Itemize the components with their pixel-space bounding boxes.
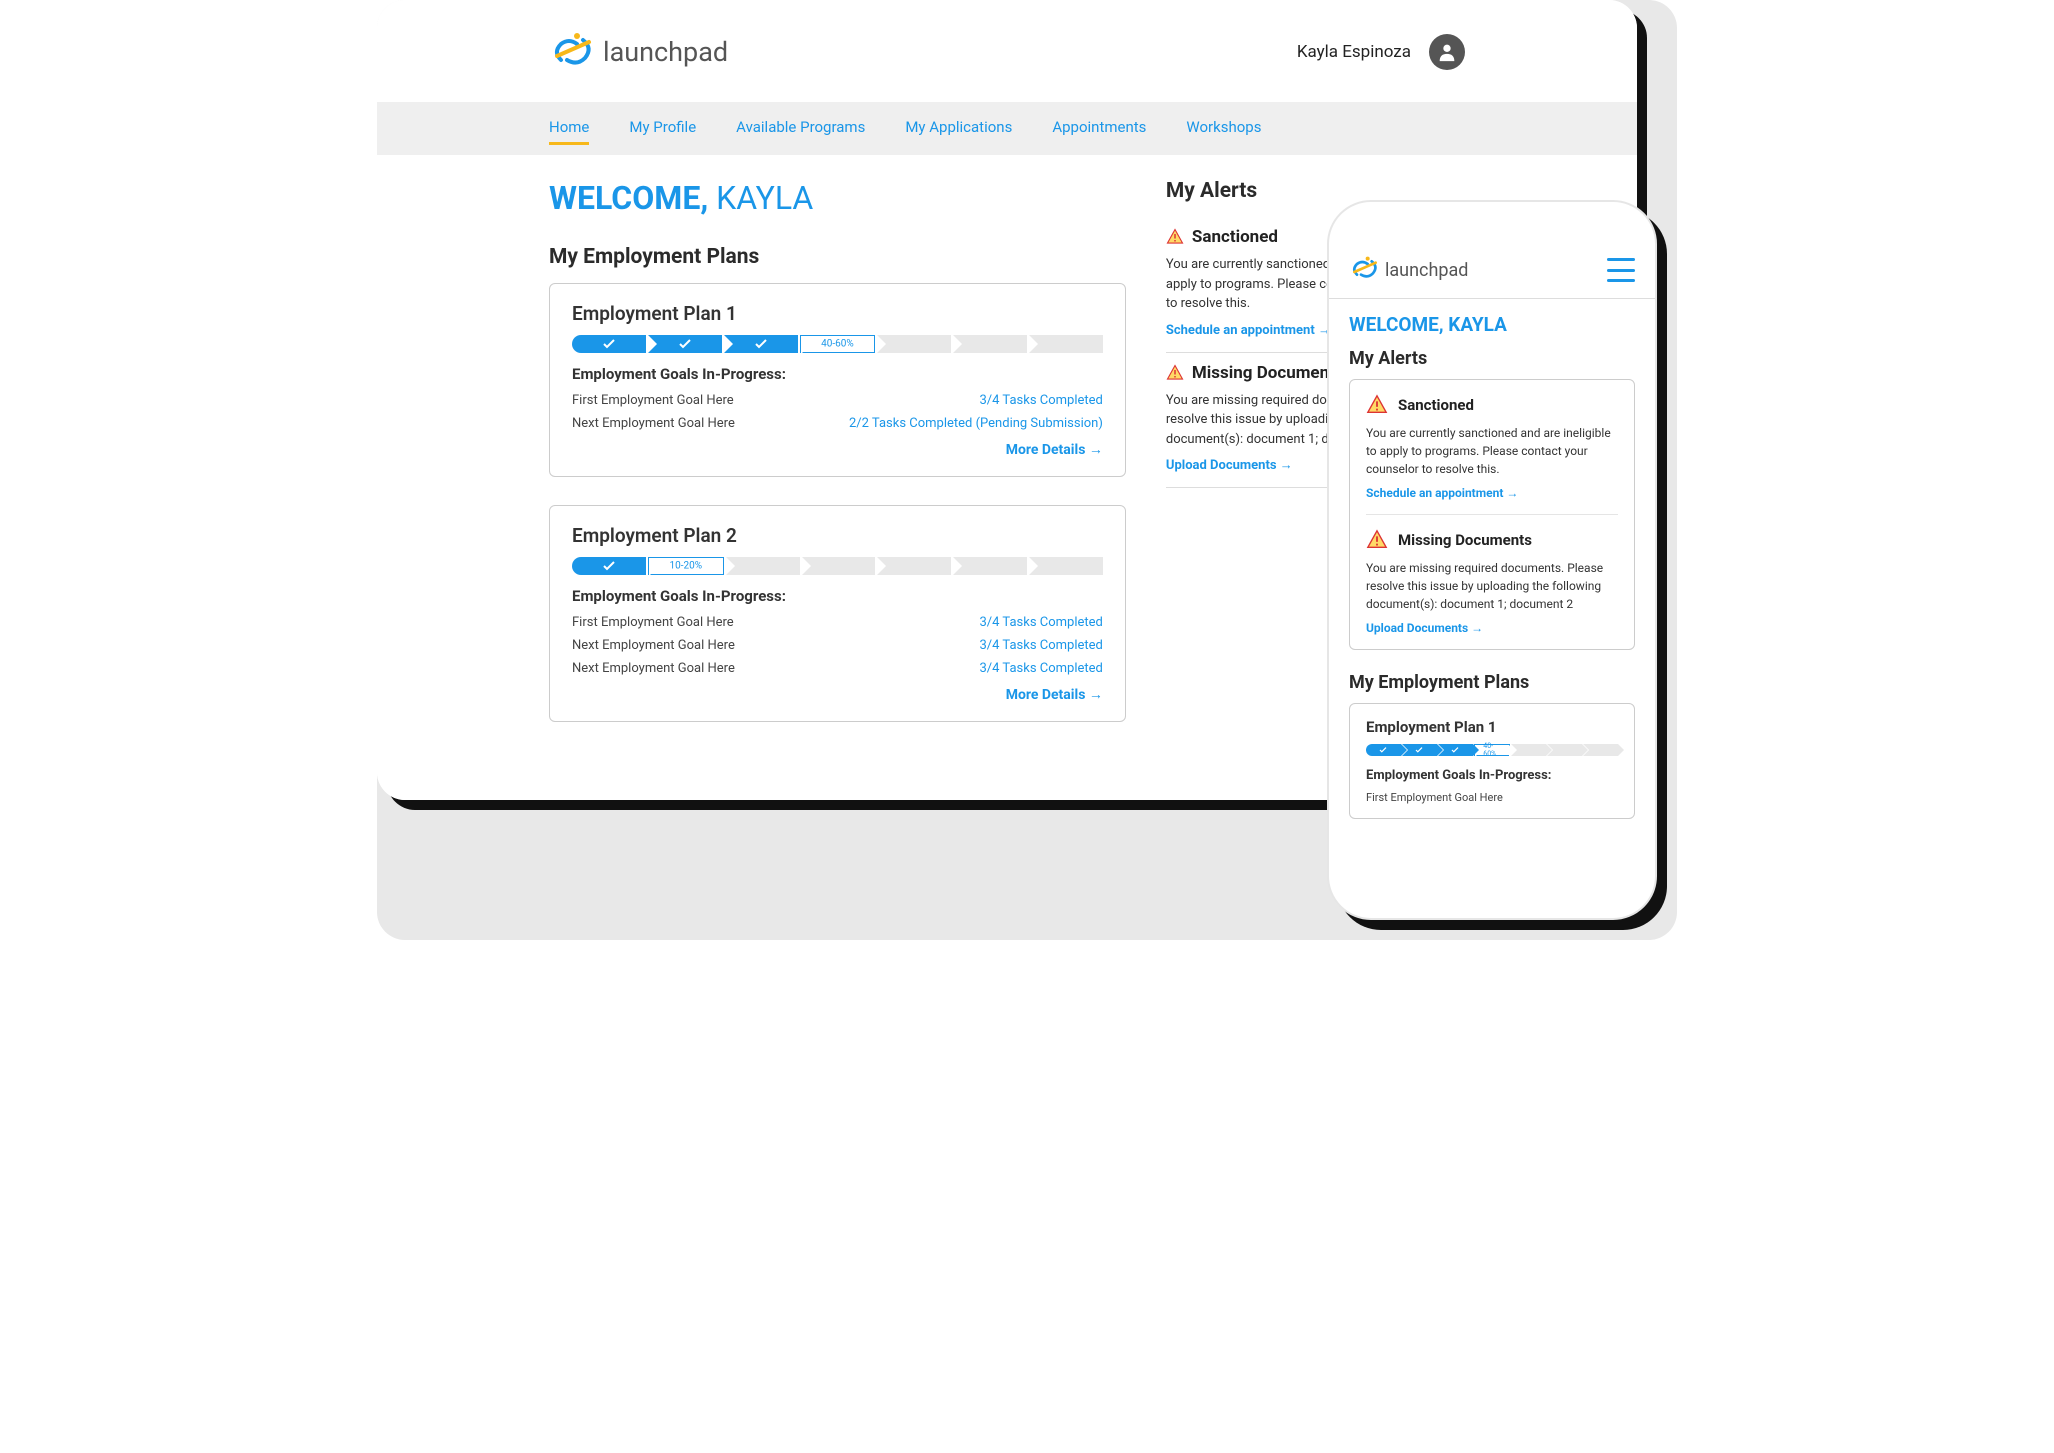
goal-row: Next Employment Goal Here 3/4 Tasks Compl… xyxy=(572,638,1103,653)
alert-action-link[interactable]: Upload Documents → xyxy=(1366,621,1618,635)
progress-step-done xyxy=(1402,744,1437,756)
progress-step-empty xyxy=(1583,744,1618,756)
progress-step-empty xyxy=(953,557,1027,575)
goal-label: Next Employment Goal Here xyxy=(572,416,735,431)
logo-mark-icon xyxy=(549,30,597,74)
goals-header: Employment Goals In-Progress: xyxy=(1366,768,1618,783)
warning-icon xyxy=(1366,394,1388,416)
alert-title: Sanctioned xyxy=(1398,396,1474,414)
progress-indicator: 10-20% xyxy=(572,557,1103,575)
goal-status: 3/4 Tasks Completed xyxy=(979,615,1102,630)
hamburger-menu-icon[interactable] xyxy=(1607,258,1635,282)
brand-logo[interactable]: launchpad xyxy=(549,30,728,74)
progress-step-empty xyxy=(953,335,1027,353)
welcome-heading: WELCOME, KAYLA xyxy=(549,179,1126,217)
goal-label: First Employment Goal Here xyxy=(572,615,734,630)
goal-status: 3/4 Tasks Completed xyxy=(979,393,1102,408)
nav-my-profile[interactable]: My Profile xyxy=(629,112,696,145)
goals-header: Employment Goals In-Progress: xyxy=(572,587,1103,605)
goal-label: First Employment Goal Here xyxy=(1366,791,1618,804)
primary-nav: Home My Profile Available Programs My Ap… xyxy=(377,102,1637,155)
warning-icon xyxy=(1366,529,1388,551)
mobile-body: WELCOME, KAYLA My Alerts Sanctioned You … xyxy=(1329,299,1655,918)
plan-title: Employment Plan 1 xyxy=(1366,718,1618,736)
goal-status: 2/2 Tasks Completed (Pending Submission) xyxy=(849,416,1103,431)
mobile-alert: Sanctioned You are currently sanctioned … xyxy=(1366,394,1618,515)
progress-step-partial: 40-60% xyxy=(800,335,876,353)
plan-title: Employment Plan 1 xyxy=(572,302,1103,325)
nav-home[interactable]: Home xyxy=(549,112,589,145)
left-column: WELCOME, KAYLA My Employment Plans Emplo… xyxy=(549,179,1126,760)
alert-title: Missing Documents xyxy=(1192,363,1344,383)
mobile-brand-logo[interactable]: launchpad xyxy=(1349,254,1468,286)
progress-step-done xyxy=(572,557,646,575)
goal-row: First Employment Goal Here 3/4 Tasks Comp… xyxy=(572,393,1103,408)
progress-step-done xyxy=(1438,744,1473,756)
user-menu[interactable]: Kayla Espinoza xyxy=(1297,34,1465,70)
user-name-label: Kayla Espinoza xyxy=(1297,42,1411,62)
alert-title: Sanctioned xyxy=(1192,227,1278,247)
nav-my-applications[interactable]: My Applications xyxy=(905,112,1012,145)
progress-step-partial: 40-60% xyxy=(1474,744,1511,756)
plans-section-title: My Employment Plans xyxy=(549,245,1126,269)
progress-step-empty xyxy=(1511,744,1546,756)
mobile-alerts-card: Sanctioned You are currently sanctioned … xyxy=(1349,379,1635,650)
employment-plan-card[interactable]: Employment Plan 1 40-60% Employment Goal… xyxy=(549,283,1126,477)
progress-step-empty xyxy=(802,557,876,575)
plan-title: Employment Plan 2 xyxy=(572,524,1103,547)
progress-step-done xyxy=(1366,744,1401,756)
progress-step-done xyxy=(724,335,798,353)
brand-name: launchpad xyxy=(603,36,728,68)
progress-indicator: 40-60% xyxy=(572,335,1103,353)
mobile-plans-title: My Employment Plans xyxy=(1349,672,1635,693)
goal-label: First Employment Goal Here xyxy=(572,393,734,408)
alert-title: Missing Documents xyxy=(1398,531,1532,549)
nav-appointments[interactable]: Appointments xyxy=(1052,112,1146,145)
brand-name: launchpad xyxy=(1385,260,1468,281)
goal-row: Next Employment Goal Here 2/2 Tasks Compl… xyxy=(572,416,1103,431)
avatar-icon xyxy=(1429,34,1465,70)
goals-header: Employment Goals In-Progress: xyxy=(572,365,1103,383)
goal-row: First Employment Goal Here 3/4 Tasks Comp… xyxy=(572,615,1103,630)
progress-step-empty xyxy=(877,557,951,575)
progress-step-empty xyxy=(726,557,800,575)
progress-step-partial: 10-20% xyxy=(648,557,724,575)
progress-step-empty xyxy=(877,335,951,353)
warning-icon xyxy=(1166,228,1184,246)
mobile-header: launchpad xyxy=(1329,242,1655,299)
device-mockup-stage: launchpad Kayla Espinoza Home My Profile… xyxy=(377,0,1677,940)
progress-step-done xyxy=(648,335,722,353)
phone-frame: launchpad WELCOME, KAYLA My Alerts Sanct… xyxy=(1327,200,1657,920)
desktop-header: launchpad Kayla Espinoza xyxy=(377,0,1637,102)
progress-step-empty xyxy=(1029,557,1103,575)
alert-body: You are currently sanctioned and are ine… xyxy=(1366,424,1618,478)
warning-icon xyxy=(1166,364,1184,382)
nav-workshops[interactable]: Workshops xyxy=(1186,112,1261,145)
goal-label: Next Employment Goal Here xyxy=(572,661,735,676)
goal-status: 3/4 Tasks Completed xyxy=(979,638,1102,653)
mobile-welcome-heading: WELCOME, KAYLA xyxy=(1349,313,1635,336)
phone-notch xyxy=(1417,202,1567,230)
goal-row: Next Employment Goal Here 3/4 Tasks Compl… xyxy=(572,661,1103,676)
progress-step-empty xyxy=(1547,744,1582,756)
mobile-plan-card[interactable]: Employment Plan 1 40-60% Employment Goal… xyxy=(1349,703,1635,819)
goal-status: 3/4 Tasks Completed xyxy=(979,661,1102,676)
employment-plan-card[interactable]: Employment Plan 2 10-20% Employment Goal… xyxy=(549,505,1126,722)
nav-available-programs[interactable]: Available Programs xyxy=(736,112,865,145)
progress-indicator: 40-60% xyxy=(1366,744,1618,756)
alert-body: You are missing required documents. Plea… xyxy=(1366,559,1618,613)
mobile-alerts-title: My Alerts xyxy=(1349,348,1635,369)
progress-step-done xyxy=(572,335,646,353)
alert-action-link[interactable]: Schedule an appointment → xyxy=(1366,486,1618,500)
progress-step-empty xyxy=(1029,335,1103,353)
mobile-alert: Missing Documents You are missing requir… xyxy=(1366,529,1618,635)
more-details-link[interactable]: More Details → xyxy=(572,686,1103,703)
more-details-link[interactable]: More Details → xyxy=(572,441,1103,458)
logo-mark-icon xyxy=(1349,254,1381,286)
goal-label: Next Employment Goal Here xyxy=(572,638,735,653)
